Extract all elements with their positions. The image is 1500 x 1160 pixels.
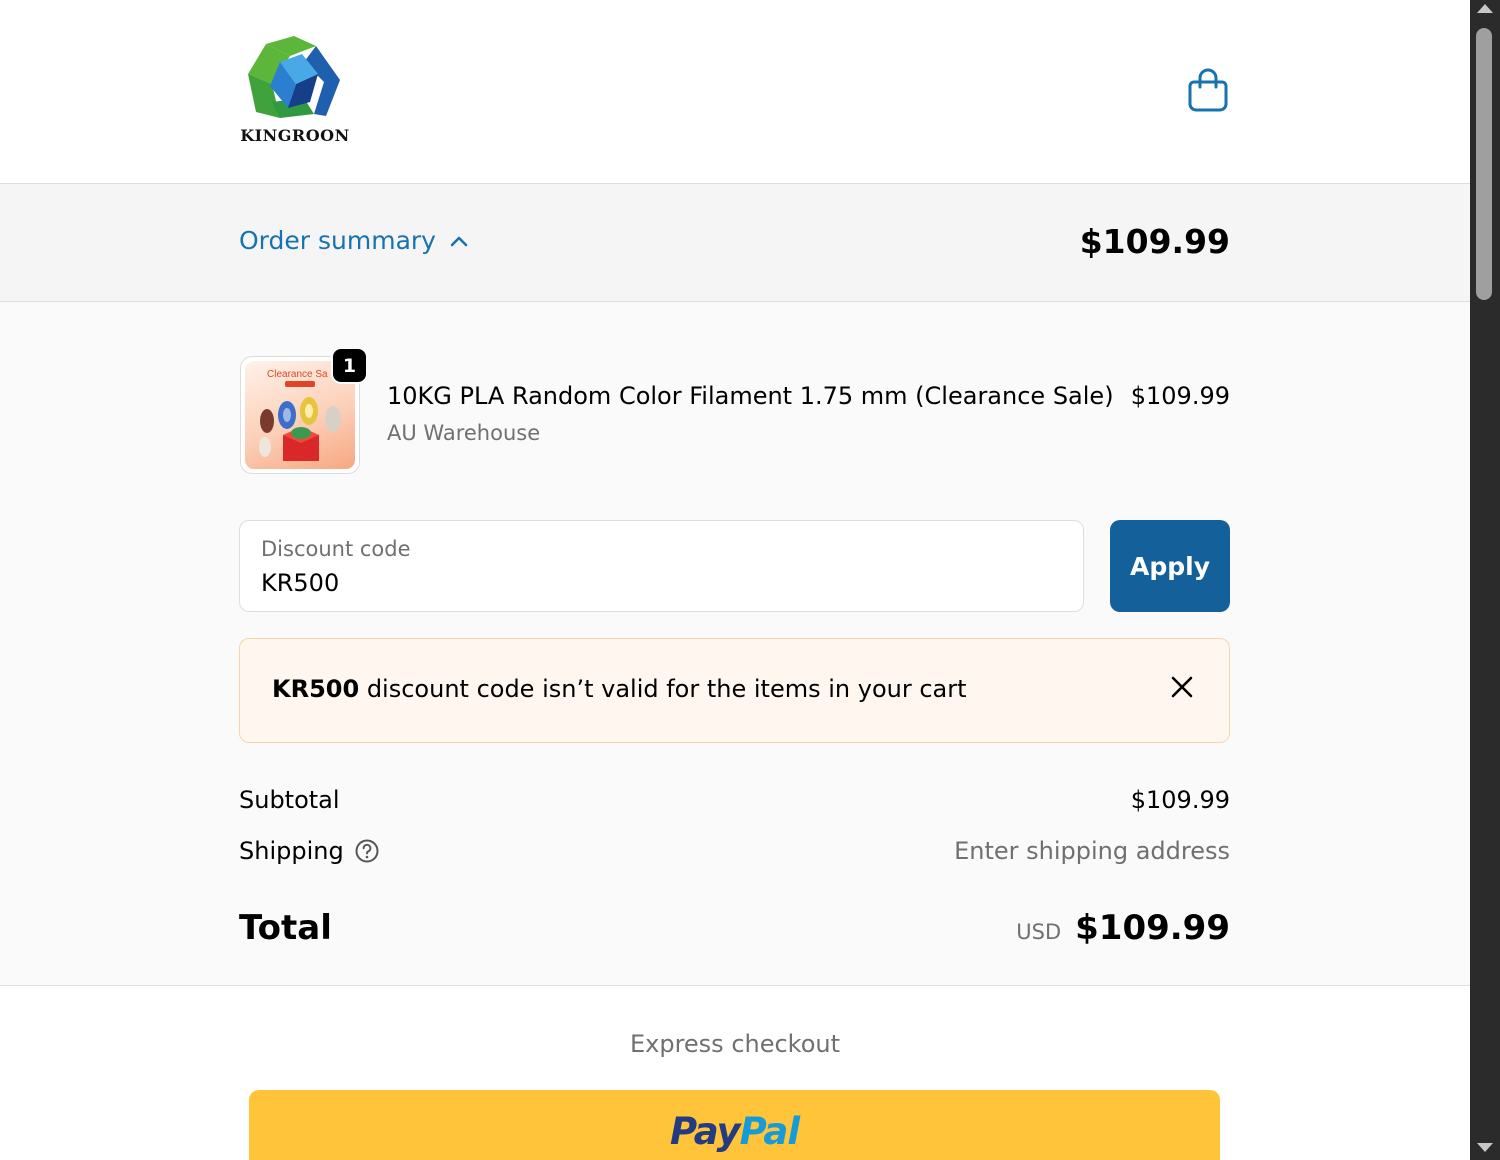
paypal-logo-part2: Pal	[739, 1110, 800, 1153]
shopping-bag-icon	[1188, 68, 1228, 112]
total-amount: $109.99	[1075, 908, 1230, 948]
total-value: USD $109.99	[1016, 908, 1230, 948]
paypal-logo: PayPal	[249, 1110, 1220, 1153]
dismiss-error-button[interactable]	[1166, 671, 1198, 703]
product-variant: AU Warehouse	[387, 421, 541, 445]
error-code: KR500	[272, 675, 360, 703]
total-label: Total	[239, 908, 332, 948]
checkout-page: KINGROON Order summary $109.99 Clearance…	[0, 0, 1470, 1160]
discount-code-input[interactable]: Discount code KR500	[239, 520, 1084, 612]
order-summary-label: Order summary	[239, 226, 436, 255]
product-price: $109.99	[1130, 382, 1230, 410]
scrollbar-thumb[interactable]	[1476, 28, 1492, 300]
cart-button[interactable]	[1186, 68, 1230, 114]
shipping-row-label: Shipping	[239, 837, 380, 865]
discount-error-message: KR500 discount code isn’t valid for the …	[272, 675, 967, 703]
discount-error-banner: KR500 discount code isn’t valid for the …	[239, 638, 1230, 743]
chevron-up-icon	[450, 236, 468, 246]
logo-text: KINGROON	[240, 126, 350, 145]
scroll-down-arrow[interactable]	[1477, 1143, 1493, 1152]
apply-discount-button[interactable]: Apply	[1110, 520, 1230, 612]
order-summary-bar: Order summary $109.99	[0, 184, 1470, 302]
store-logo[interactable]: KINGROON	[240, 32, 350, 152]
line-item: Clearance Sa 1 10KG PLA Random Color Fil…	[240, 347, 1230, 476]
discount-code-value[interactable]: KR500	[261, 569, 339, 597]
close-icon	[1171, 676, 1193, 698]
order-summary-toggle[interactable]: Order summary	[239, 226, 468, 255]
discount-code-label: Discount code	[261, 537, 411, 561]
summary-total-price: $109.99	[1079, 222, 1230, 261]
subtotal-value: $109.99	[1130, 786, 1230, 814]
kingroon-cube-logo	[248, 36, 340, 118]
subtotal-label: Subtotal	[239, 786, 340, 814]
currency-code: USD	[1016, 920, 1062, 944]
order-summary-content: Clearance Sa 1 10KG PLA Random Color Fil…	[0, 302, 1470, 986]
shipping-value: Enter shipping address	[954, 837, 1230, 865]
header: KINGROON	[0, 0, 1470, 184]
error-message-text: discount code isn’t valid for the items …	[359, 675, 967, 703]
product-title: 10KG PLA Random Color Filament 1.75 mm (…	[387, 382, 1114, 410]
scroll-up-arrow[interactable]	[1477, 4, 1493, 13]
question-circle-icon[interactable]	[354, 838, 380, 864]
paypal-button[interactable]: PayPal	[249, 1090, 1220, 1160]
thumbnail-label: Clearance Sa	[267, 369, 328, 380]
express-checkout-label: Express checkout	[629, 1030, 841, 1058]
paypal-logo-part1: Pay	[669, 1110, 741, 1153]
vertical-scrollbar[interactable]	[1470, 0, 1500, 1160]
shipping-label: Shipping	[239, 837, 344, 865]
quantity-badge: 1	[331, 347, 368, 384]
